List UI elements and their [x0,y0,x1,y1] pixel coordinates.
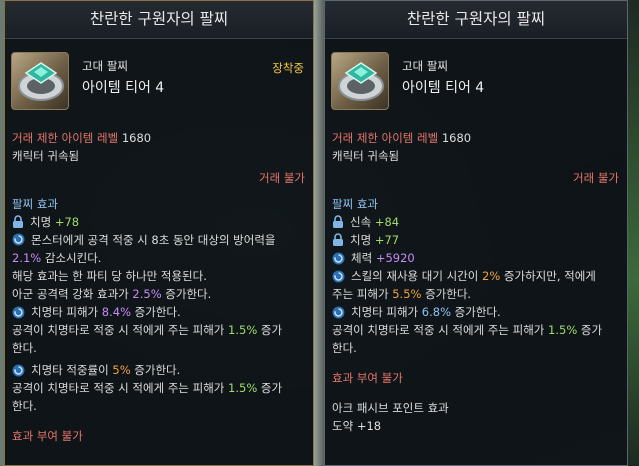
item-header: 고대 팔찌 아이템 티어 4 장착중 [5,39,313,110]
item-tier: 아이템 티어 4 [402,80,485,96]
item-tooltip-compare: 찬란한 구원자의 팔찌 고대 팔찌 아이템 티어 4 거래 제한 아이템 레벨 … [324,0,628,466]
effect-row-1: 스킬의 재사용 대기 시간이 2% 증가하지만, 적에게 [332,267,621,285]
tooltip-body: 거래 제한 아이템 레벨 1680 캐릭터 귀속됨 거래 불가 팔찌 효과 신속… [332,131,621,433]
background-gap [314,0,324,466]
trade-level-label: 거래 제한 아이템 레벨 [12,131,119,145]
ark-passive-header: 아크 패시브 포인트 효과 [332,401,449,415]
item-grade: 고대 팔찌 [82,59,128,73]
effect-row-2: 치명타 피해가 8.4% 증가한다. [12,303,307,321]
item-grade: 고대 팔찌 [402,59,448,73]
lock-icon [332,215,344,229]
item-tooltip-equipped: 찬란한 구원자의 팔찌 고대 팔찌 아이템 티어 4 장착중 거래 제한 아이템… [4,0,314,466]
stat-row-swiftness: 신속 +84 [332,213,621,231]
swirl-icon [12,233,25,246]
equipped-badge: 장착중 [272,61,304,75]
tooltip-body: 거래 제한 아이템 레벨 1680 캐릭터 귀속됨 거래 불가 팔찌 효과 치명… [12,131,307,443]
trade-level-label: 거래 제한 아이템 레벨 [332,131,439,145]
swirl-icon [332,306,345,319]
untradable-text: 거래 불가 [259,171,305,185]
item-header: 고대 팔찌 아이템 티어 4 [325,39,627,110]
stat-row-crit: 치명 +78 [12,213,307,231]
tooltip-title: 찬란한 구원자의 팔찌 [325,1,627,39]
swirl-icon [12,306,25,319]
bound-text: 캐릭터 귀속됨 [332,149,400,163]
lock-icon [12,215,24,229]
stat-row-crit: 치명 +77 [332,231,621,249]
enchant-text: 효과 부여 불가 [332,371,403,385]
effect-row-3: 치명타 적중률이 5% 증가한다. [12,361,307,379]
swirl-icon [332,252,345,265]
lock-icon [332,233,344,247]
trade-level-value: 1680 [121,131,152,145]
tooltip-title: 찬란한 구원자의 팔찌 [5,1,313,39]
trade-level-value: 1680 [441,131,472,145]
item-tier: 아이템 티어 4 [82,80,165,96]
bracelet-icon [11,52,69,110]
effects-header: 팔찌 효과 [332,197,378,211]
swirl-icon [12,364,25,377]
stat-row-vitality: 체력 +5920 [332,249,621,267]
untradable-text: 거래 불가 [573,171,619,185]
bound-text: 캐릭터 귀속됨 [12,149,80,163]
effect-row-1: 몬스터에게 공격 적중 시 8초 동안 대상의 방어력을 [12,231,307,249]
background-edge-right [627,0,639,466]
effects-header: 팔찌 효과 [12,197,58,211]
bracelet-icon [331,52,389,110]
effect-row-2: 치명타 피해가 6.8% 증가한다. [332,303,621,321]
ark-passive-value: 도약 +18 [332,419,382,433]
enchant-text: 효과 부여 불가 [12,429,83,443]
swirl-icon [332,270,345,283]
